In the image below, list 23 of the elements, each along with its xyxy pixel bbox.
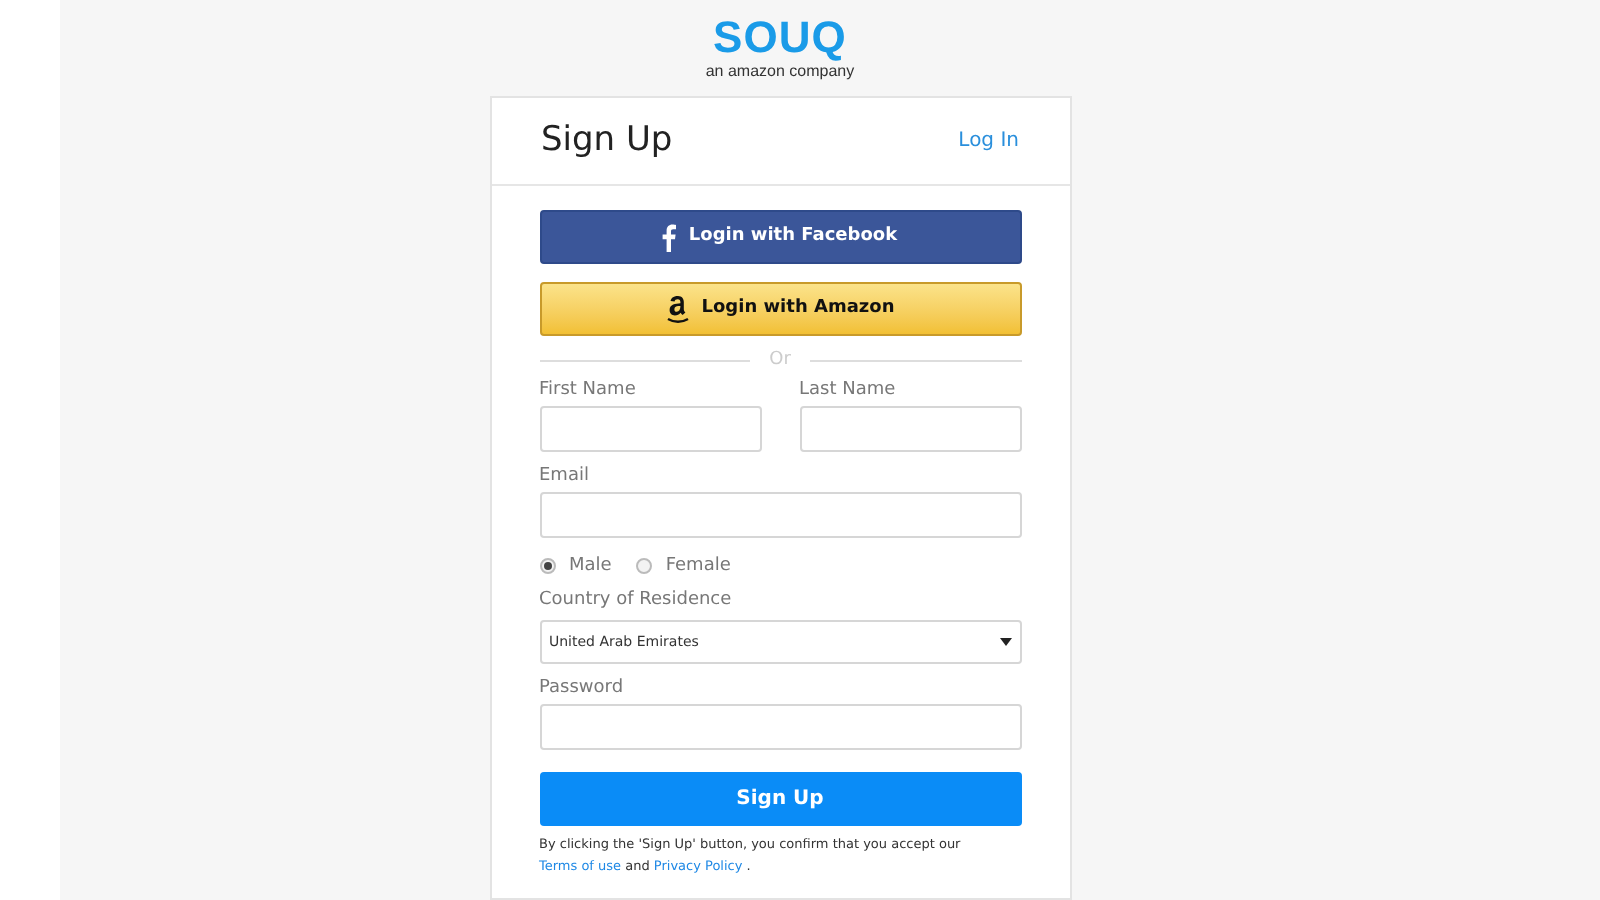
field-label: Email <box>539 463 591 487</box>
amazon-icon <box>665 294 690 324</box>
logo-tagline: an amazon company <box>705 62 855 82</box>
brand-logo: SOUQ <box>712 14 847 62</box>
field-label: Last Name <box>799 377 898 401</box>
field-label: Password <box>539 676 626 700</box>
gender-label: Female <box>665 553 731 579</box>
page-title: Sign Up <box>541 117 673 164</box>
caret-icon <box>999 638 1011 646</box>
field-label: First Name <box>539 377 638 401</box>
facebook-icon <box>662 223 677 251</box>
gender-radio[interactable] <box>539 558 555 575</box>
password-field[interactable] <box>539 704 1021 750</box>
social-login-button[interactable]: Login with Amazon <box>539 282 1021 336</box>
sign-up-button[interactable]: Sign Up <box>539 772 1021 826</box>
email-field[interactable] <box>539 491 1021 537</box>
login-link[interactable]: Log In <box>958 126 1019 156</box>
gender-radio[interactable] <box>635 558 652 575</box>
first-name-field[interactable] <box>539 405 761 451</box>
last-name-field[interactable] <box>799 405 1021 451</box>
field-label: Country of Residence <box>539 588 734 612</box>
social-login-button[interactable]: Login with Facebook <box>539 210 1021 264</box>
gender-label: Male <box>569 553 612 579</box>
